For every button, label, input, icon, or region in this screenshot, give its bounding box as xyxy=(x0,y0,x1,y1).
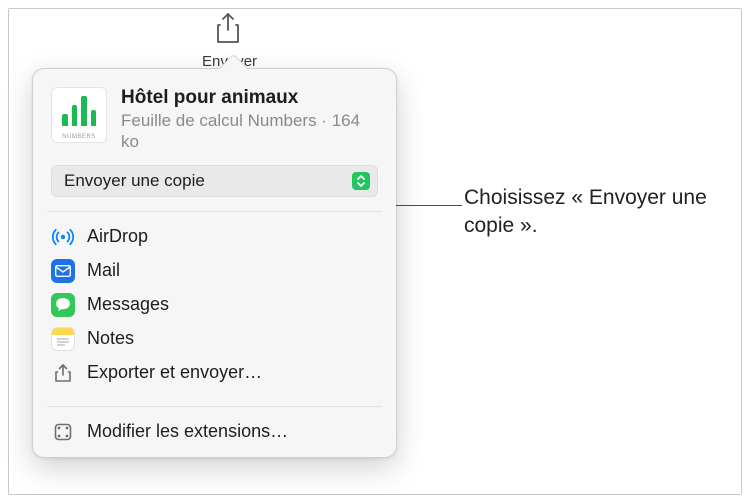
airdrop-icon xyxy=(51,225,75,249)
menu-item-label: Mail xyxy=(87,260,120,281)
callout-text: Choisissez « Envoyer une copie ». xyxy=(464,184,746,241)
file-title: Hôtel pour animaux xyxy=(121,87,378,109)
mail-icon xyxy=(51,259,75,283)
extensions-icon xyxy=(51,420,75,444)
file-icon-caption: NUMBERS xyxy=(52,134,106,140)
menu-item-label: AirDrop xyxy=(87,226,148,247)
callout-leader-line xyxy=(396,205,462,206)
menu-item-extensions[interactable]: Modifier les extensions… xyxy=(41,415,388,449)
share-destinations-list: AirDrop Mail Messages xyxy=(33,218,396,392)
menu-item-label: Messages xyxy=(87,294,169,315)
messages-icon xyxy=(51,293,75,317)
file-subtitle: Feuille de calcul Numbers · 164 ko xyxy=(121,110,378,153)
divider xyxy=(47,211,382,212)
numbers-file-icon: NUMBERS xyxy=(51,87,107,143)
share-popover: NUMBERS Hôtel pour animaux Feuille de ca… xyxy=(32,68,397,458)
menu-item-messages[interactable]: Messages xyxy=(41,288,388,322)
menu-item-export[interactable]: Exporter et envoyer… xyxy=(41,356,388,390)
divider xyxy=(47,406,382,407)
menu-item-notes[interactable]: Notes xyxy=(41,322,388,356)
file-header: NUMBERS Hôtel pour animaux Feuille de ca… xyxy=(33,83,396,165)
notes-icon xyxy=(51,327,75,351)
share-icon xyxy=(214,12,242,49)
menu-item-label: Exporter et envoyer… xyxy=(87,362,262,383)
menu-item-airdrop[interactable]: AirDrop xyxy=(41,220,388,254)
export-icon xyxy=(51,361,75,385)
share-mode-selected-label: Envoyer une copie xyxy=(64,171,205,191)
share-mode-select[interactable]: Envoyer une copie xyxy=(51,165,378,197)
menu-item-label: Notes xyxy=(87,328,134,349)
menu-item-label: Modifier les extensions… xyxy=(87,421,288,442)
dropdown-stepper-icon xyxy=(352,172,370,190)
menu-item-mail[interactable]: Mail xyxy=(41,254,388,288)
